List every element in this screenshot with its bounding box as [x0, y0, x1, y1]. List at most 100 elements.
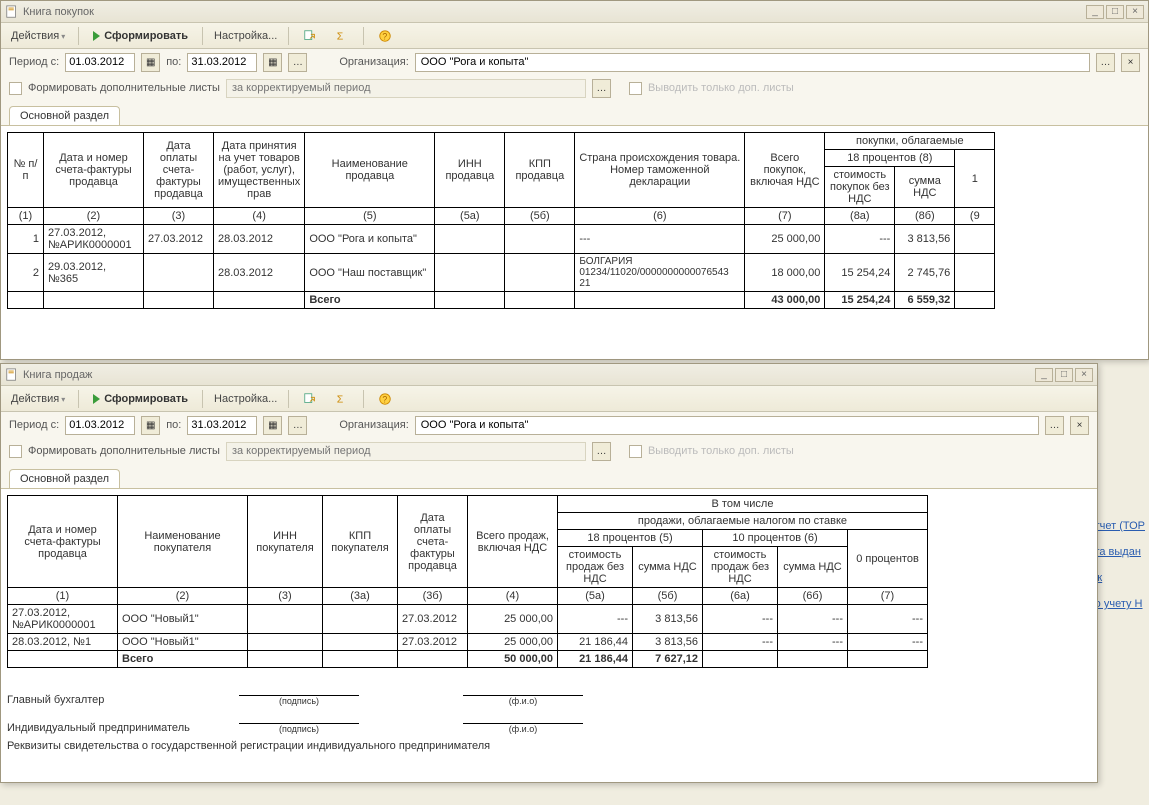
tab-main[interactable]: Основной раздел [9, 469, 120, 488]
th-cost-novant: стоимость продаж без НДС [558, 547, 633, 588]
period-to-input[interactable] [187, 53, 257, 72]
sum-button[interactable]: Σ [328, 389, 356, 409]
th-vat: сумма НДС [895, 167, 955, 208]
th-seller: Наименование продавца [305, 133, 435, 208]
titlebar[interactable]: Книга продаж _ □ × [1, 364, 1097, 386]
window-icon [5, 368, 19, 382]
minimize-button[interactable]: _ [1035, 368, 1053, 382]
ind-pred-label: Индивидуальный предприниматель [7, 722, 227, 734]
corrected-period-input[interactable] [226, 442, 586, 461]
export-button[interactable] [296, 389, 324, 409]
additional-sheets-checkbox[interactable] [9, 82, 22, 95]
th-vat: сумма НДС [633, 547, 703, 588]
th-kpp: КПП покупателя [323, 496, 398, 588]
org-input[interactable] [415, 53, 1090, 72]
sum-button[interactable]: Σ [328, 26, 356, 46]
signature-line [239, 710, 359, 724]
th-18pct: 18 процентов (8) [825, 150, 955, 167]
close-button[interactable]: × [1075, 368, 1093, 382]
play-icon [93, 31, 100, 41]
org-ellipsis[interactable]: … [1045, 416, 1064, 435]
minimize-button[interactable]: _ [1086, 5, 1104, 19]
actions-menu[interactable]: Действия▾ [7, 391, 71, 407]
th-inn: ИНН продавца [435, 133, 505, 208]
org-clear[interactable]: × [1121, 53, 1140, 72]
period-ellipsis[interactable]: … [288, 416, 307, 435]
th-paydate: Дата оплаты счета-фактуры продавца [398, 496, 468, 588]
th-salestaxed: продажи, облагаемые налогом по ставке [558, 513, 928, 530]
th-inthat: В том числе [558, 496, 928, 513]
report-area[interactable]: № п/п Дата и номер счета-фактуры продавц… [1, 125, 1148, 359]
close-button[interactable]: × [1126, 5, 1144, 19]
options-row: Формировать дополнительные листы … Вывод… [1, 438, 1097, 464]
form-button[interactable]: Сформировать [86, 390, 195, 408]
th-paydate: Дата оплаты счета-фактуры продавца [144, 133, 214, 208]
sales-table: Дата и номер счета-фактуры продавца Наим… [7, 495, 928, 668]
org-input[interactable] [415, 416, 1039, 435]
window-sales: Книга продаж _ □ × Действия▾ Сформироват… [0, 363, 1098, 783]
main-accountant-label: Главный бухгалтер [7, 694, 227, 706]
th-cost-novant: стоимость покупок без НДС [825, 167, 895, 208]
toolbar: Действия▾ Сформировать Настройка... Σ ? [1, 386, 1097, 412]
play-icon [93, 394, 100, 404]
additional-sheets-checkbox[interactable] [9, 445, 22, 458]
reg-text: Реквизиты свидетельства о государственно… [7, 740, 1091, 752]
org-label: Организация: [339, 56, 408, 68]
calendar-icon[interactable]: ▦ [263, 416, 282, 435]
tab-row: Основной раздел [1, 464, 1097, 488]
period-from-label: Период с: [9, 56, 59, 68]
th-vat: сумма НДС [778, 547, 848, 588]
th-total: Всего продаж, включая НДС [468, 496, 558, 588]
calendar-icon[interactable]: ▦ [263, 53, 282, 72]
actions-menu[interactable]: Действия▾ [7, 28, 71, 44]
purchases-table: № п/п Дата и номер счета-фактуры продавц… [7, 132, 995, 309]
th-datenum: Дата и номер счета-фактуры продавца [44, 133, 144, 208]
only-additional-label: Выводить только доп. листы [648, 445, 794, 457]
th-acceptdate: Дата принятия на учет товаров (работ, ус… [214, 133, 305, 208]
period-to-input[interactable] [187, 416, 257, 435]
corrected-period-input[interactable] [226, 79, 586, 98]
period-to-label: по: [166, 56, 181, 68]
additional-sheets-label: Формировать дополнительные листы [28, 82, 220, 94]
table-row[interactable]: 28.03.2012, №1 ООО "Новый1" 27.03.2012 2… [8, 634, 928, 651]
table-row[interactable]: 1 27.03.2012, №АРИК0000001 27.03.2012 28… [8, 225, 995, 254]
titlebar[interactable]: Книга покупок _ □ × [1, 1, 1148, 23]
calendar-icon[interactable]: ▦ [141, 53, 160, 72]
th-inn: ИНН покупателя [248, 496, 323, 588]
period-from-input[interactable] [65, 416, 135, 435]
settings-button[interactable]: Настройка... [210, 391, 281, 407]
window-title: Книга продаж [23, 369, 1035, 381]
window-purchases: Книга покупок _ □ × Действия▾ Сформирова… [0, 0, 1149, 360]
org-label: Организация: [339, 419, 408, 431]
tab-main[interactable]: Основной раздел [9, 106, 120, 125]
period-ellipsis[interactable]: … [288, 53, 307, 72]
settings-button[interactable]: Настройка... [210, 28, 281, 44]
totals-row: Всего 43 000,00 15 254,24 6 559,32 [8, 292, 995, 309]
help-button[interactable]: ? [371, 389, 399, 409]
corrected-ellipsis[interactable]: … [592, 79, 611, 98]
signature-line [239, 682, 359, 696]
export-button[interactable] [296, 26, 324, 46]
tab-row: Основной раздел [1, 101, 1148, 125]
period-to-label: по: [166, 419, 181, 431]
table-row[interactable]: 2 29.03.2012, №365 28.03.2012 ООО "Наш п… [8, 254, 995, 292]
calendar-icon[interactable]: ▦ [141, 416, 160, 435]
svg-text:Σ: Σ [337, 393, 344, 405]
form-button[interactable]: Сформировать [86, 27, 195, 45]
only-additional-label: Выводить только доп. листы [648, 82, 794, 94]
org-ellipsis[interactable]: … [1096, 53, 1115, 72]
report-area[interactable]: Дата и номер счета-фактуры продавца Наим… [1, 488, 1097, 782]
only-additional-checkbox[interactable] [629, 445, 642, 458]
corrected-ellipsis[interactable]: … [592, 442, 611, 461]
totals-row: Всего 50 000,00 21 186,44 7 627,12 [8, 651, 928, 668]
window-icon [5, 5, 19, 19]
svg-text:?: ? [383, 394, 388, 404]
help-button[interactable]: ? [371, 26, 399, 46]
period-from-input[interactable] [65, 53, 135, 72]
only-additional-checkbox[interactable] [629, 82, 642, 95]
org-clear[interactable]: × [1070, 416, 1089, 435]
maximize-button[interactable]: □ [1106, 5, 1124, 19]
maximize-button[interactable]: □ [1055, 368, 1073, 382]
th-country: Страна происхождения товара. Номер тамож… [575, 133, 745, 208]
table-row[interactable]: 27.03.2012, №АРИК0000001 ООО "Новый1" 27… [8, 605, 928, 634]
